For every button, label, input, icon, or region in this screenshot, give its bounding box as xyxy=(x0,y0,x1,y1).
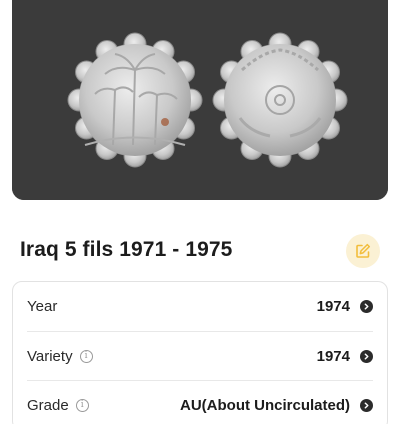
grade-value: AU(About Uncirculated) xyxy=(180,396,350,414)
detail-row-grade[interactable]: Grade i AU(About Uncirculated) xyxy=(27,380,373,424)
chevron-right-icon xyxy=(360,398,373,412)
variety-label: Variety xyxy=(27,347,73,365)
grade-label: Grade xyxy=(27,396,69,414)
coin-details-card: Year 1974 Variety i 1974 Grade i AU(Abou… xyxy=(12,281,388,424)
coin-photo[interactable] xyxy=(12,0,388,200)
info-icon[interactable]: i xyxy=(75,398,89,412)
title-row: Iraq 5 fils 1971 - 1975 xyxy=(20,234,380,270)
year-label: Year xyxy=(27,298,58,315)
year-value: 1974 xyxy=(316,298,350,315)
info-icon[interactable]: i xyxy=(79,349,93,363)
coin-title: Iraq 5 fils 1971 - 1975 xyxy=(20,238,233,261)
edit-button[interactable] xyxy=(346,234,380,268)
edit-icon xyxy=(356,243,371,258)
detail-row-year[interactable]: Year 1974 xyxy=(27,282,373,331)
chevron-right-icon xyxy=(360,300,373,313)
chevron-right-icon xyxy=(360,349,373,363)
detail-row-variety[interactable]: Variety i 1974 xyxy=(27,331,373,380)
coin-image xyxy=(12,0,388,200)
variety-value: 1974 xyxy=(316,347,350,365)
